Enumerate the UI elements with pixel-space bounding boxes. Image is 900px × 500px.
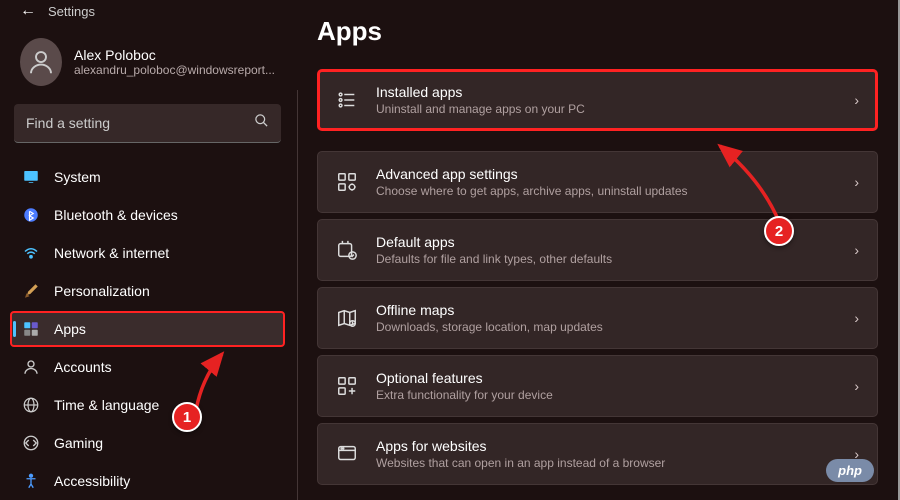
- sidebar-item-label: Personalization: [54, 283, 150, 299]
- sidebar-item-label: Network & internet: [54, 245, 169, 261]
- chevron-right-icon: ›: [854, 310, 859, 326]
- card-title: Advanced app settings: [376, 166, 836, 182]
- annotation-badge-2: 2: [764, 216, 794, 246]
- card-subtitle: Websites that can open in an app instead…: [376, 456, 836, 470]
- sidebar-item-label: Apps: [54, 321, 86, 337]
- gaming-icon: [22, 434, 40, 452]
- accessibility-icon: [22, 472, 40, 490]
- watermark-badge: php: [826, 459, 874, 482]
- card-optional-features[interactable]: Optional features Extra functionality fo…: [317, 355, 878, 417]
- sidebar-item-label: Accessibility: [54, 473, 130, 489]
- profile-email: alexandru_poloboc@windowsreport...: [74, 63, 275, 77]
- avatar: [20, 38, 62, 86]
- paintbrush-icon: [22, 282, 40, 300]
- sidebar-item-time[interactable]: Time & language: [10, 387, 285, 423]
- card-offline-maps[interactable]: Offline maps Downloads, storage location…: [317, 287, 878, 349]
- back-icon[interactable]: ←: [20, 2, 36, 20]
- card-installed-apps[interactable]: Installed apps Uninstall and manage apps…: [317, 69, 878, 131]
- card-title: Optional features: [376, 370, 836, 386]
- page-title: Apps: [317, 16, 878, 47]
- annotation-badge-1: 1: [172, 402, 202, 432]
- sidebar-item-apps[interactable]: Apps: [10, 311, 285, 347]
- sidebar-item-label: Accounts: [54, 359, 112, 375]
- card-apps-websites[interactable]: Apps for websites Websites that can open…: [317, 423, 878, 485]
- sidebar-item-system[interactable]: System: [10, 159, 285, 195]
- sidebar-item-accessibility[interactable]: Accessibility: [10, 463, 285, 499]
- card-subtitle: Uninstall and manage apps on your PC: [376, 102, 836, 116]
- search-box[interactable]: [14, 104, 281, 143]
- sidebar-item-personalization[interactable]: Personalization: [10, 273, 285, 309]
- vertical-divider: [297, 90, 298, 500]
- card-title: Installed apps: [376, 84, 836, 100]
- sidebar-item-bluetooth[interactable]: Bluetooth & devices: [10, 197, 285, 233]
- sidebar-item-gaming[interactable]: Gaming: [10, 425, 285, 461]
- chevron-right-icon: ›: [854, 378, 859, 394]
- sidebar-item-label: Gaming: [54, 435, 103, 451]
- card-advanced-settings[interactable]: Advanced app settings Choose where to ge…: [317, 151, 878, 213]
- apps-gear-icon: [336, 171, 358, 193]
- sidebar-item-label: System: [54, 169, 101, 185]
- card-title: Apps for websites: [376, 438, 836, 454]
- default-apps-icon: [336, 239, 358, 261]
- card-title: Offline maps: [376, 302, 836, 318]
- breadcrumb: Settings: [48, 4, 95, 19]
- card-subtitle: Extra functionality for your device: [376, 388, 836, 402]
- search-input[interactable]: [26, 115, 254, 131]
- card-subtitle: Choose where to get apps, archive apps, …: [376, 184, 836, 198]
- bluetooth-icon: [22, 206, 40, 224]
- profile-block[interactable]: Alex Poloboc alexandru_poloboc@windowsre…: [10, 28, 285, 104]
- accounts-icon: [22, 358, 40, 376]
- display-icon: [22, 168, 40, 186]
- profile-name: Alex Poloboc: [74, 47, 275, 63]
- chevron-right-icon: ›: [854, 92, 859, 108]
- wifi-icon: [22, 244, 40, 262]
- map-icon: [336, 307, 358, 329]
- sidebar-item-label: Time & language: [54, 397, 159, 413]
- features-icon: [336, 375, 358, 397]
- list-icon: [336, 89, 358, 111]
- card-subtitle: Defaults for file and link types, other …: [376, 252, 836, 266]
- sidebar-item-label: Bluetooth & devices: [54, 207, 178, 223]
- chevron-right-icon: ›: [854, 174, 859, 190]
- sidebar-item-network[interactable]: Network & internet: [10, 235, 285, 271]
- apps-icon: [22, 320, 40, 338]
- chevron-right-icon: ›: [854, 242, 859, 258]
- globe-icon: [22, 396, 40, 414]
- card-subtitle: Downloads, storage location, map updates: [376, 320, 836, 334]
- sidebar-item-accounts[interactable]: Accounts: [10, 349, 285, 385]
- websites-icon: [336, 443, 358, 465]
- search-icon: [254, 113, 269, 133]
